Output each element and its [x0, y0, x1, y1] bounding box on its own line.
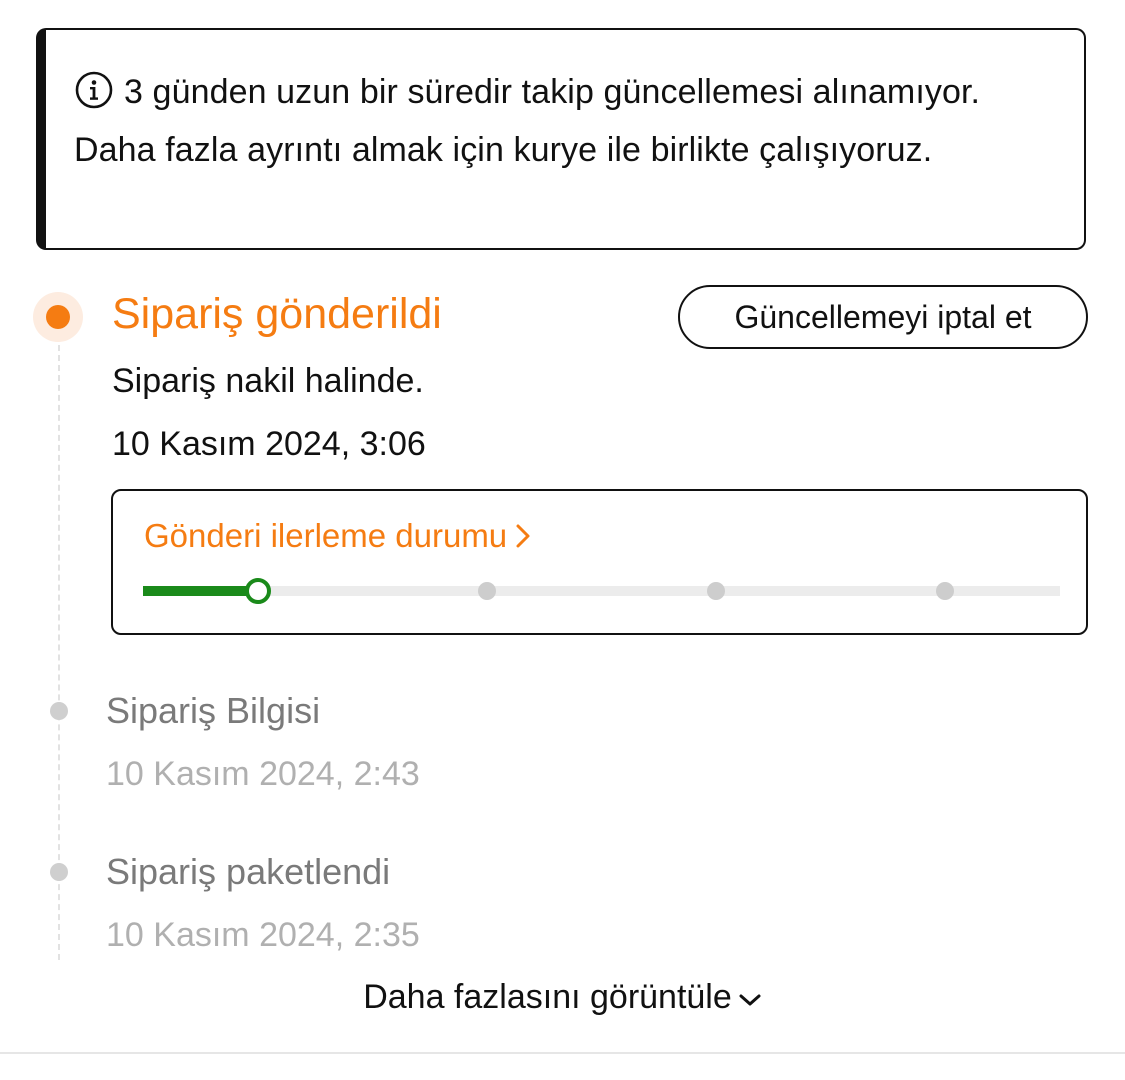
- progress-node-current: [245, 578, 271, 604]
- view-more-button[interactable]: Daha fazlasını görüntüle: [0, 978, 1125, 1017]
- divider: [0, 1052, 1125, 1054]
- current-step-title: Sipariş gönderildi: [112, 290, 442, 338]
- chevron-right-icon: [516, 524, 530, 548]
- cancel-updates-button[interactable]: Güncellemeyi iptal et: [678, 285, 1088, 349]
- current-step-time: 10 Kasım 2024, 3:06: [112, 425, 426, 463]
- tracking-notice: 3 günden uzun bir süredir takip güncelle…: [36, 28, 1086, 250]
- view-more-label: Daha fazlasını görüntüle: [363, 978, 732, 1016]
- history-step-time: 10 Kasım 2024, 2:43: [106, 755, 420, 793]
- current-step-description: Sipariş nakil halinde.: [112, 362, 424, 400]
- history-step-time: 10 Kasım 2024, 2:35: [106, 916, 420, 954]
- progress-node: [478, 582, 496, 600]
- progress-node: [936, 582, 954, 600]
- history-step-title: Sipariş paketlendi: [106, 851, 391, 892]
- shipment-progress-label: Gönderi ilerleme durumu: [144, 517, 508, 554]
- progress-fill: [143, 586, 258, 596]
- progress-node: [707, 582, 725, 600]
- shipment-progress-link[interactable]: Gönderi ilerleme durumu: [144, 517, 531, 555]
- info-icon: [75, 71, 113, 109]
- progress-track: [143, 578, 1060, 604]
- history-step-title: Sipariş Bilgisi: [106, 690, 321, 731]
- shipment-progress-card[interactable]: Gönderi ilerleme durumu: [111, 489, 1088, 635]
- notice-text: 3 günden uzun bir süredir takip güncelle…: [74, 73, 981, 169]
- timeline-dot: [50, 863, 68, 881]
- timeline-dot-active: [46, 305, 70, 329]
- chevron-down-icon: [739, 994, 761, 1006]
- timeline-dot: [50, 702, 68, 720]
